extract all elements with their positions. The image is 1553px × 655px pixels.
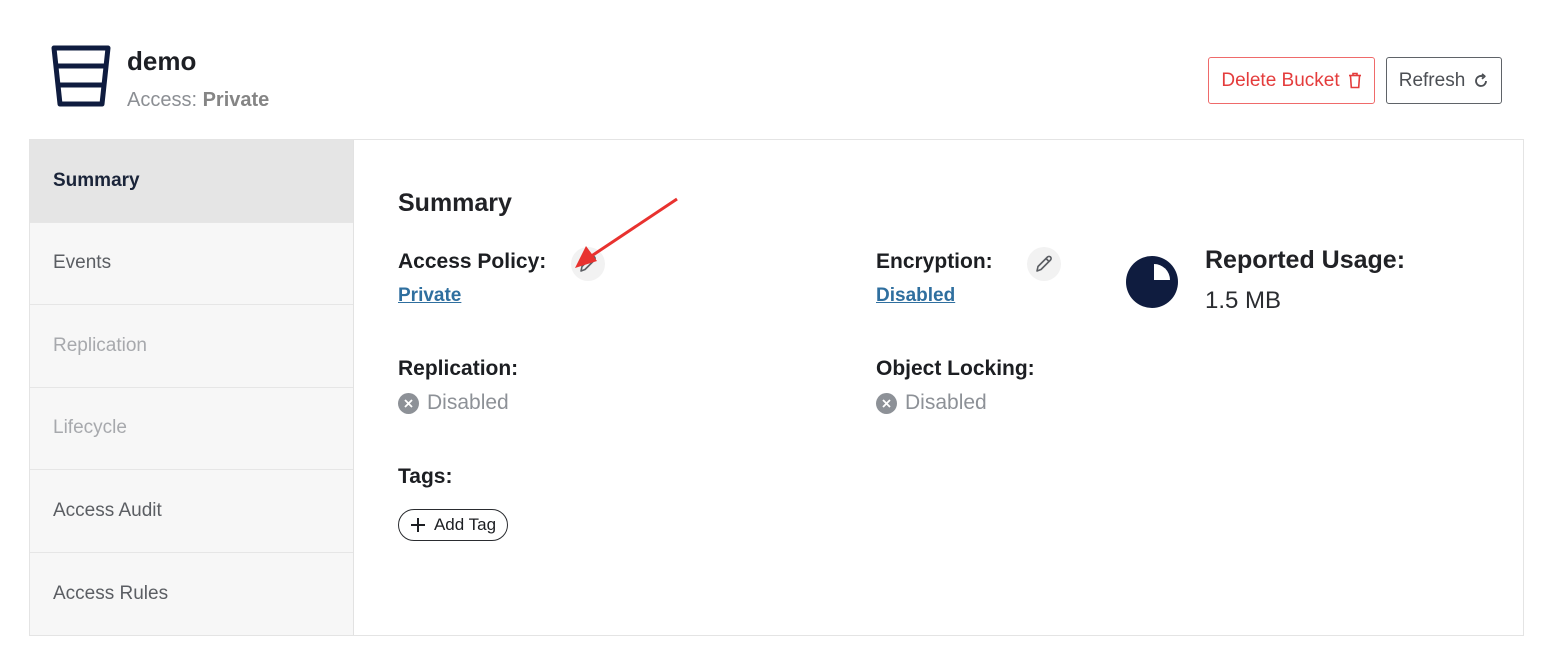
reported-usage-value: 1.5 MB (1205, 287, 1282, 314)
access-policy-label: Access Policy: (398, 250, 547, 273)
encryption-value[interactable]: Disabled (876, 285, 955, 307)
object-locking-value: Disabled (905, 391, 987, 414)
edit-encryption-button[interactable] (1027, 247, 1061, 281)
bucket-name: demo (127, 46, 197, 76)
refresh-label: Refresh (1398, 69, 1466, 91)
tags-label: Tags: (398, 465, 453, 488)
trash-icon (1348, 72, 1361, 89)
sidebar-item-lifecycle[interactable]: Lifecycle (30, 388, 353, 470)
sidebar-item-summary[interactable]: Summary (30, 140, 353, 223)
plus-icon (410, 518, 425, 532)
x-circle-icon (398, 392, 419, 414)
x-circle-icon (876, 392, 897, 414)
replication-value: Disabled (427, 391, 509, 414)
bucket-sidebar: Summary Events Replication Lifecycle Acc… (30, 140, 354, 635)
add-tag-button[interactable]: Add Tag (398, 509, 508, 541)
replication-status: Disabled (398, 391, 509, 415)
encryption-label: Encryption: (876, 250, 993, 273)
pencil-icon (1036, 255, 1052, 272)
object-locking-label: Object Locking: (876, 357, 1035, 380)
sidebar-item-access-rules[interactable]: Access Rules (30, 553, 353, 636)
sidebar-item-access-audit[interactable]: Access Audit (30, 470, 353, 553)
section-title: Summary (398, 189, 512, 217)
access-label: Access: (127, 89, 198, 111)
pie-chart-icon (1126, 256, 1178, 308)
replication-label: Replication: (398, 357, 519, 380)
refresh-icon (1475, 72, 1488, 87)
summary-content: Summary Access Policy: Private Encryptio… (354, 140, 1523, 635)
bucket-details-panel: Summary Events Replication Lifecycle Acc… (29, 139, 1524, 636)
pencil-icon (580, 255, 596, 272)
bucket-icon (51, 45, 111, 107)
access-value: Private (202, 89, 270, 111)
bucket-access: Access: Private (127, 89, 269, 112)
delete-bucket-label: Delete Bucket (1221, 69, 1340, 91)
object-locking-status: Disabled (876, 391, 987, 415)
refresh-button[interactable]: Refresh (1386, 57, 1502, 104)
delete-bucket-button[interactable]: Delete Bucket (1208, 57, 1375, 104)
add-tag-label: Add Tag (433, 515, 497, 534)
sidebar-item-replication[interactable]: Replication (30, 305, 353, 388)
sidebar-item-events[interactable]: Events (30, 223, 353, 305)
edit-access-policy-button[interactable] (571, 247, 605, 281)
access-policy-value[interactable]: Private (398, 285, 461, 307)
reported-usage-label: Reported Usage: (1205, 246, 1406, 274)
